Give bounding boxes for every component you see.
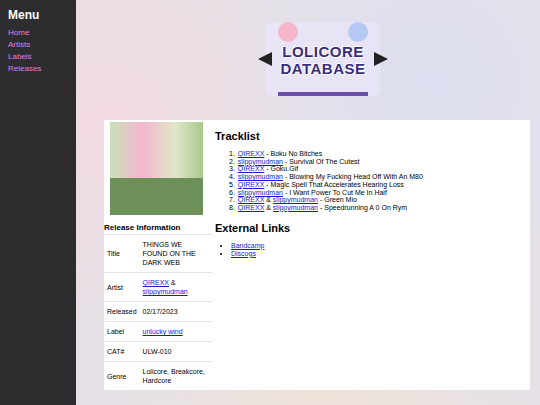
info-value: Lolicore, Breakcore, Hardcore [140,362,212,391]
info-row: Labelunlucky wind [104,322,212,342]
track-number: 3. [229,165,235,172]
info-row: TitleTHINGS WE FOUND ON THE DARK WEB [104,235,212,273]
track-text: - Speedrunning A 0 On Rym [318,204,407,211]
info-row: ArtistQIREXX & slippymudman [104,273,212,302]
page: Menu HomeArtistsLabelsReleases LOLICORE DA… [0,0,540,405]
release-info-title: Release Information [104,223,212,232]
track-item: 1.QIREXX - Boku No Bitches [229,150,526,158]
artist-link[interactable]: slippymudman [273,204,318,211]
info-text: ULW-010 [143,348,172,355]
artist-link[interactable]: QIREXX [238,150,264,157]
track-text: & [264,204,273,211]
external-links-title: External Links [215,222,526,234]
artist-link[interactable]: slippymudman [238,173,283,180]
release-info-column: Release Information TitleTHINGS WE FOUND … [104,120,212,390]
track-item: 3.QIREXX - Goku.Gif [229,165,526,173]
artist-link[interactable]: slippymudman [238,189,283,196]
track-item: 4.slippymudman - Blowing My Fucking Head… [229,173,526,181]
menu-item[interactable]: Labels [8,51,68,63]
track-item: 8.QIREXX & slippymudman - Speedrunning A… [229,204,526,212]
logo-text: LOLICORE DATABASE [273,43,373,77]
release-panel: Release Information TitleTHINGS WE FOUND … [104,120,530,390]
info-text: Lolicore, Breakcore, Hardcore [143,368,205,384]
tracklist: 1.QIREXX - Boku No Bitches2.slippymudman… [215,150,526,212]
info-label: Artist [104,273,140,302]
info-link[interactable]: unlucky wind [143,328,183,335]
info-value: unlucky wind [140,322,212,342]
track-text: - I Want Power To Cut Me In Half [283,189,387,196]
tracklist-column: Tracklist1.QIREXX - Boku No Bitches2.sli… [212,120,530,266]
track-number: 7. [229,196,235,203]
artist-link[interactable]: QIREXX [238,181,264,188]
external-link-item: Discogs [231,250,526,258]
track-text: - Survival Of The Cutest [283,158,360,165]
track-number: 5. [229,181,235,188]
info-value: THINGS WE FOUND ON THE DARK WEB [140,235,212,273]
external-link[interactable]: Bandcamp [231,242,264,249]
info-text: 02/17/2023 [143,308,178,315]
track-text: - Blowing My Fucking Head Off With An M8… [283,173,423,180]
external-link-item: Bandcamp [231,242,526,250]
artist-link[interactable]: QIREXX [238,204,264,211]
info-row: Released02/17/2023 [104,302,212,322]
menu-item[interactable]: Releases [8,63,68,75]
info-value: 02/17/2023 [140,302,212,322]
track-text: & [264,196,273,203]
info-label: CAT# [104,342,140,362]
artist-link[interactable]: QIREXX [238,165,264,172]
track-number: 4. [229,173,235,180]
track-number: 1. [229,150,235,157]
info-text: THINGS WE FOUND ON THE DARK WEB [143,241,196,266]
menu-item[interactable]: Home [8,27,68,39]
info-label: Label [104,322,140,342]
external-links: BandcampDiscogs [215,242,526,258]
info-row: GenreLolicore, Breakcore, Hardcore [104,362,212,391]
site-logo[interactable]: LOLICORE DATABASE [258,14,388,106]
track-item: 7.QIREXX & slippymudman - Green Mio [229,196,526,204]
track-text: - Green Mio [318,196,357,203]
sidebar: Menu HomeArtistsLabelsReleases [0,0,76,405]
track-text: - Goku.Gif [264,165,298,172]
menu-title: Menu [8,8,68,22]
track-number: 2. [229,158,235,165]
artist-link[interactable]: QIREXX [238,196,264,203]
info-label: Genre [104,362,140,391]
main-area: LOLICORE DATABASE Release Information Titl… [76,0,540,405]
track-text: - Boku No Bitches [264,150,322,157]
info-text: & [169,279,176,286]
external-link[interactable]: Discogs [231,250,256,257]
info-link[interactable]: QIREXX [143,279,169,286]
artist-link[interactable]: slippymudman [238,158,283,165]
track-text: - Magic Spell That Accelerates Hearing L… [264,181,404,188]
info-label: Released [104,302,140,322]
info-value: QIREXX & slippymudman [140,273,212,302]
info-link[interactable]: slippymudman [143,288,188,295]
artist-link[interactable]: slippymudman [273,196,318,203]
info-label: Title [104,235,140,273]
track-item: 6.slippymudman - I Want Power To Cut Me … [229,189,526,197]
track-number: 6. [229,189,235,196]
info-value: ULW-010 [140,342,212,362]
tracklist-title: Tracklist [215,130,526,142]
info-row: CAT#ULW-010 [104,342,212,362]
menu-item[interactable]: Artists [8,39,68,51]
track-number: 8. [229,204,235,211]
album-cover [110,122,203,215]
track-item: 2.slippymudman - Survival Of The Cutest [229,158,526,166]
release-info-table: TitleTHINGS WE FOUND ON THE DARK WEBArti… [104,234,212,390]
track-item: 5.QIREXX - Magic Spell That Accelerates … [229,181,526,189]
